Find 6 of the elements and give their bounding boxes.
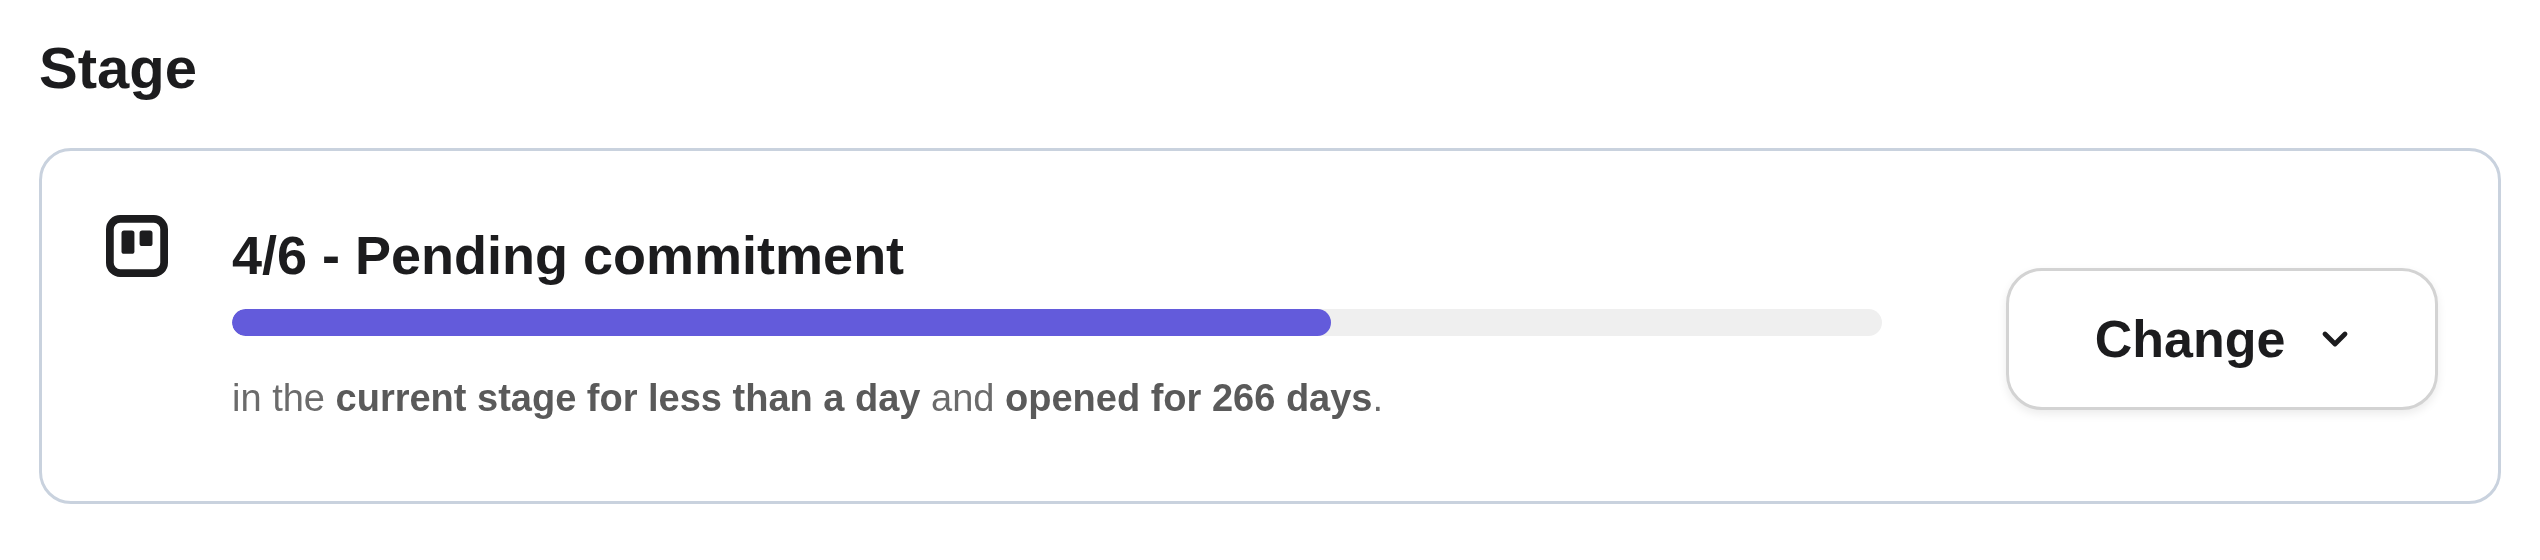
change-button[interactable]: Change: [2006, 267, 2438, 410]
chevron-down-icon: [2321, 329, 2350, 348]
stage-description: in the current stage for less than a day and opened for 266 days.: [232, 376, 1385, 421]
stage-title: 4/6 - Pending commitment: [232, 225, 906, 285]
board-icon: [106, 215, 168, 277]
section-title: Stage: [39, 34, 198, 102]
